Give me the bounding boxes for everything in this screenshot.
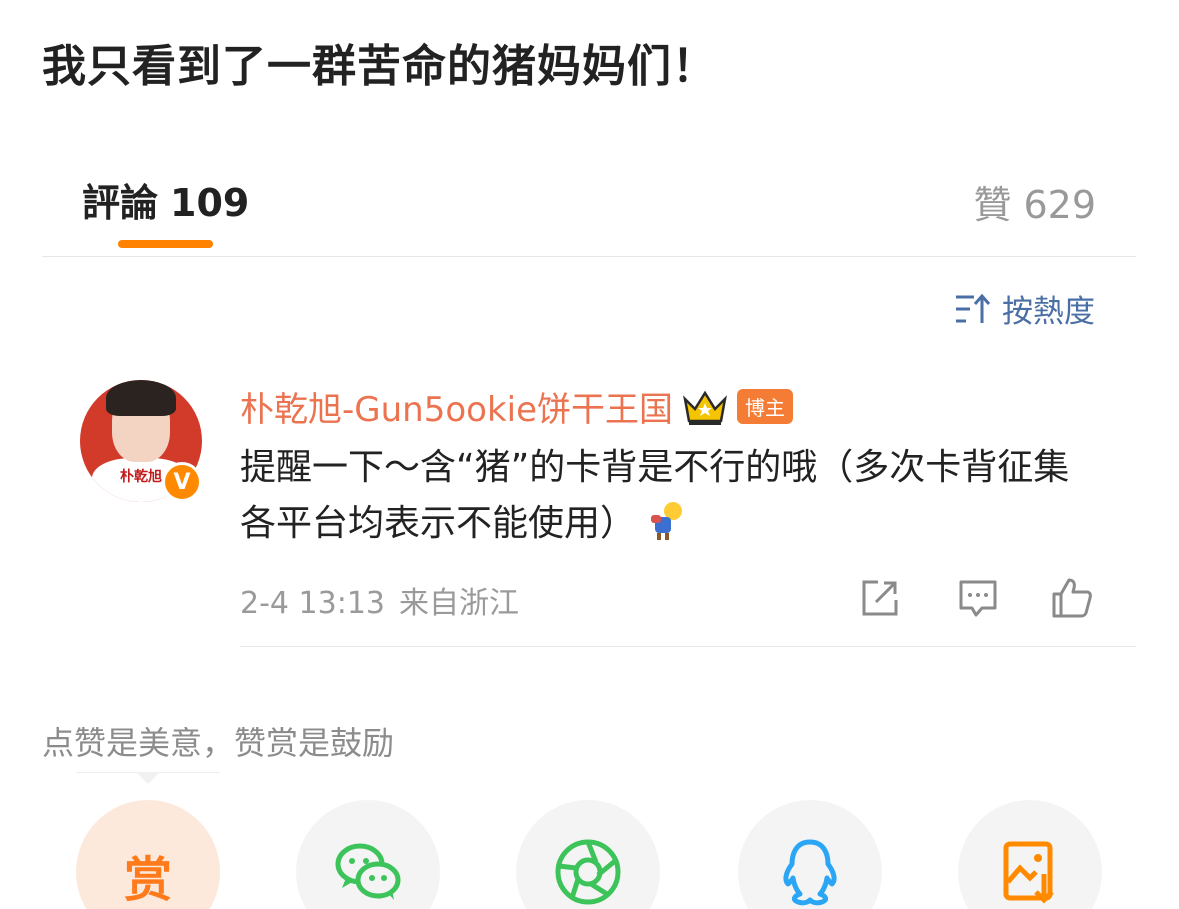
weibo-comment-page: 我只看到了一群苦命的猪妈妈们！ 評論 109 贊 629 按熱度 朴乾旭 V 朴乾旭… — [0, 0, 1179, 909]
qq-icon — [783, 839, 837, 906]
comment-date: 2-4 13:13 — [240, 586, 385, 621]
username[interactable]: 朴乾旭-Gun5ookie饼干王国 — [240, 382, 673, 431]
comment-meta: 2-4 13:13 来自浙江 — [240, 578, 519, 622]
reward-caret — [136, 772, 160, 784]
blogger-badge: 博主 — [737, 389, 794, 424]
tab-comments[interactable]: 評論 109 — [82, 172, 249, 227]
sort-by-hot-button[interactable]: 按熱度 — [954, 286, 1095, 331]
tab-likes[interactable]: 贊 629 — [973, 174, 1096, 229]
comment-tabs: 評論 109 贊 629 — [42, 140, 1136, 257]
avatar-hair — [106, 380, 176, 416]
reward-label: 赏 — [123, 852, 172, 908]
active-tab-indicator — [118, 240, 213, 248]
sort-label: 按熱度 — [1002, 294, 1095, 330]
reward-button[interactable]: 赏 — [76, 800, 220, 909]
crown-icon — [683, 390, 727, 425]
share-icon[interactable] — [858, 576, 902, 620]
comment-actions — [858, 576, 1098, 624]
like-icon[interactable] — [1050, 576, 1094, 620]
tab-likes-label: 贊 — [973, 183, 1012, 227]
share-qq-button[interactable] — [738, 800, 882, 909]
comment-divider — [240, 646, 1136, 647]
tab-comments-count: 109 — [170, 181, 250, 225]
share-moments-button[interactable] — [516, 800, 660, 909]
save-image-button[interactable] — [958, 800, 1102, 909]
comment-text: 提醒一下～含“猪”的卡背是不行的哦（多次卡背征集各平台均表示不能使用） — [240, 440, 1100, 552]
save-image-icon — [1003, 841, 1054, 904]
reward-note: 点赞是美意，赞赏是鼓励 — [42, 724, 395, 762]
comment-location: 来自浙江 — [399, 586, 519, 621]
wechat-icon — [335, 843, 401, 900]
comment-icon[interactable] — [956, 576, 1000, 620]
moments-icon — [555, 839, 621, 905]
verified-badge: V — [162, 462, 202, 502]
tab-comments-label: 評論 — [82, 181, 159, 225]
tab-likes-count: 629 — [1023, 183, 1096, 227]
sort-icon — [956, 293, 990, 323]
share-wechat-button[interactable] — [296, 800, 440, 909]
bowing-emoji-icon — [651, 502, 683, 540]
comment-header: 朴乾旭-Gun5ookie饼干王国 博主 — [240, 382, 794, 431]
post-title: 我只看到了一群苦命的猪妈妈们！ — [42, 41, 717, 92]
